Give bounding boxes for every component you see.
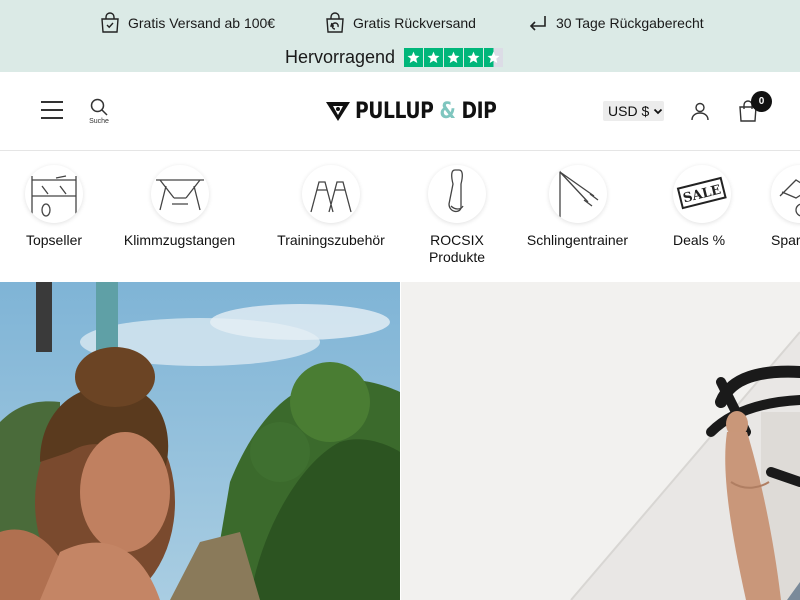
- sale-tag-icon: SALE: [673, 165, 731, 223]
- search-label: Suche: [89, 118, 109, 125]
- hamburger-line: [41, 117, 63, 119]
- logo-mark-icon: [326, 102, 350, 121]
- category-label-line: Produkte: [428, 249, 486, 265]
- logo-word: DIP: [461, 98, 497, 124]
- currency-value: USD $: [608, 103, 650, 119]
- bundle-icon: [771, 165, 800, 223]
- category-label: Schlingentrainer: [526, 232, 629, 248]
- category-rocsix[interactable]: ROCSIX Produkte: [428, 165, 486, 266]
- category-label: Trainingszubehör: [277, 232, 385, 248]
- search-button[interactable]: Suche: [87, 98, 111, 125]
- currency-selector[interactable]: USD $: [603, 101, 664, 121]
- category-label: Spar: [771, 232, 800, 248]
- return-arrow-icon: [527, 12, 549, 34]
- usp-label: Gratis Rückversand: [353, 15, 476, 31]
- announcement-bar: Gratis Versand ab 100€ Gratis Rückversan…: [0, 0, 800, 72]
- hero-image-left[interactable]: [0, 282, 400, 600]
- star-icon: [464, 47, 484, 67]
- search-icon: [90, 98, 108, 116]
- menu-button[interactable]: [41, 101, 63, 119]
- chevron-down-icon: [654, 108, 663, 115]
- category-label: Klimmzugstangen: [123, 232, 236, 248]
- hero-image-right[interactable]: [401, 282, 800, 600]
- cart-count-badge: 0: [751, 91, 772, 112]
- return-bag-icon: [324, 12, 346, 34]
- star-icon: [424, 47, 444, 67]
- hamburger-line: [41, 101, 63, 103]
- usp-return-policy: 30 Tage Rückgaberecht: [527, 12, 704, 34]
- logo-word: PULLUP: [355, 98, 434, 124]
- logo-text: PULLUP & DIP: [355, 98, 497, 124]
- category-pullup-bars[interactable]: Klimmzugstangen: [123, 165, 236, 249]
- shopping-bag-check-icon: [99, 12, 121, 34]
- hamburger-line: [41, 109, 63, 111]
- category-sling-trainer[interactable]: Schlingentrainer: [526, 165, 629, 249]
- category-deals[interactable]: SALE Deals %: [673, 165, 731, 249]
- trustpilot-rating[interactable]: Hervorragend: [285, 46, 504, 68]
- usp-free-shipping: Gratis Versand ab 100€: [99, 12, 275, 34]
- star-icon: [404, 47, 424, 67]
- parallettes-icon: [302, 165, 360, 223]
- sling-trainer-icon: [548, 165, 607, 223]
- category-label-line: ROCSIX: [430, 232, 484, 248]
- usp-free-returns: Gratis Rückversand: [324, 12, 476, 34]
- arm-gripping-pullup-bar-photo: [401, 282, 800, 600]
- half-star-icon: [484, 47, 504, 67]
- star-icon: [444, 47, 464, 67]
- category-bundles[interactable]: Spar: [771, 165, 800, 249]
- rating-stars: [404, 47, 504, 67]
- category-carousel: Topseller Klimmzugstangen Trainingszubeh…: [0, 151, 800, 282]
- category-label: Topseller: [25, 232, 83, 248]
- category-label: ROCSIX Produkte: [418, 232, 496, 266]
- logo-ampersand: &: [439, 98, 456, 124]
- resistance-band-icon: [428, 165, 486, 223]
- site-logo[interactable]: PULLUP & DIP: [325, 97, 521, 125]
- usp-label: Gratis Versand ab 100€: [128, 15, 276, 31]
- category-label: Deals %: [673, 232, 726, 248]
- category-topseller[interactable]: Topseller: [25, 165, 83, 249]
- man-with-bun-outdoors-photo: [0, 282, 400, 600]
- pullup-bar-icon: [150, 165, 209, 223]
- pullup-station-icon: [25, 165, 83, 223]
- site-header: Suche PULLUP & DIP USD $: [0, 72, 800, 151]
- usp-label: 30 Tage Rückgaberecht: [556, 15, 704, 31]
- trust-label: Hervorragend: [285, 46, 396, 67]
- account-icon[interactable]: [690, 101, 710, 121]
- category-accessories[interactable]: Trainingszubehör: [276, 165, 386, 249]
